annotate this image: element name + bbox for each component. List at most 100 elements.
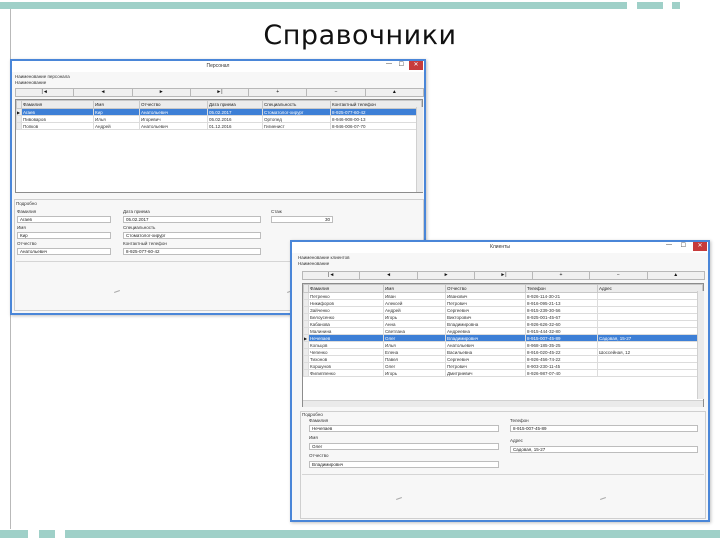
vertical-scrollbar[interactable] bbox=[416, 107, 423, 192]
minimize-button[interactable]: — bbox=[666, 242, 672, 248]
table-cell[interactable]: 8-946-006-07-70 bbox=[330, 122, 422, 130]
nav-next-button[interactable]: ► bbox=[416, 271, 476, 280]
table-cell[interactable] bbox=[597, 299, 703, 307]
table-row[interactable]: Пивоваров Илья Игоревич 05.02.2016 Ортопед 8-… bbox=[16, 115, 422, 123]
table-cell[interactable]: 8-946-908-00-13 bbox=[330, 115, 422, 123]
close-button[interactable]: ✕ bbox=[409, 61, 423, 70]
table-cell[interactable]: Чепенко bbox=[308, 348, 384, 356]
table-cell[interactable]: 8-926-987-07-40 bbox=[525, 369, 598, 377]
column-header[interactable]: Отчество bbox=[139, 100, 208, 109]
table-cell[interactable]: 8-903-230-11-45 bbox=[525, 362, 598, 370]
table-cell[interactable]: Иван bbox=[383, 292, 446, 300]
table-row[interactable]: Филиппенко Игорь Дмитриевич 8-926-987-07-40 bbox=[303, 369, 703, 377]
patronymic-field[interactable]: Анатольевич bbox=[17, 248, 111, 255]
table-cell[interactable] bbox=[597, 362, 703, 370]
specialty-field[interactable]: Стоматолог-хирург bbox=[123, 232, 261, 239]
nav-post-button[interactable]: ▲ bbox=[646, 271, 705, 280]
table-cell[interactable] bbox=[597, 355, 703, 363]
table-cell[interactable]: Петрович bbox=[445, 299, 526, 307]
table-cell[interactable]: 8-926-626-32-60 bbox=[525, 320, 598, 328]
nav-add-button[interactable]: + bbox=[531, 271, 591, 280]
table-cell[interactable]: Стоматолог-хирург bbox=[262, 108, 331, 116]
table-row[interactable]: Белоусенко Игорь Викторович 8-925-001-45-67 bbox=[303, 313, 703, 321]
table-row[interactable]: Коршунов Олег Петрович 8-903-230-11-45 bbox=[303, 362, 703, 370]
table-cell[interactable]: Викторович bbox=[445, 313, 526, 321]
table-cell[interactable] bbox=[597, 327, 703, 335]
maximize-button[interactable]: ☐ bbox=[399, 61, 404, 68]
table-cell[interactable]: Андрей bbox=[383, 306, 446, 314]
table-cell[interactable]: Кир bbox=[93, 108, 140, 116]
staff-grid[interactable]: Фамилия Имя Отчество Дата приема Специал… bbox=[15, 99, 423, 193]
table-cell[interactable]: Дмитриевич bbox=[445, 369, 526, 377]
table-cell[interactable] bbox=[597, 292, 703, 300]
firstname-field[interactable]: Олег bbox=[309, 443, 499, 450]
table-cell[interactable] bbox=[597, 320, 703, 328]
column-header[interactable]: Имя bbox=[383, 284, 446, 293]
column-header[interactable]: Телефон bbox=[525, 284, 598, 293]
table-cell[interactable]: Попков bbox=[21, 122, 94, 130]
column-header[interactable]: Отчество bbox=[445, 284, 526, 293]
table-row[interactable]: Петренко Иван Иванович 8-926-114-30-21 bbox=[303, 292, 703, 300]
table-cell[interactable]: Белоусенко bbox=[308, 313, 384, 321]
table-cell[interactable]: Коршунов bbox=[308, 362, 384, 370]
table-cell[interactable]: 8-915-239-30-56 bbox=[525, 306, 598, 314]
table-cell[interactable]: Алексей bbox=[383, 299, 446, 307]
table-cell[interactable]: Владимировна bbox=[445, 320, 526, 328]
table-cell[interactable]: Шоссейная, 12 bbox=[597, 348, 703, 356]
table-row[interactable]: Никифоров Алексей Петрович 8-916-095-21-13 bbox=[303, 299, 703, 307]
column-header[interactable]: Имя bbox=[93, 100, 140, 109]
table-cell[interactable]: Садовая, 15-27 bbox=[597, 334, 703, 342]
table-cell[interactable] bbox=[597, 341, 703, 349]
table-cell[interactable]: Петренко bbox=[308, 292, 384, 300]
table-cell[interactable] bbox=[597, 306, 703, 314]
table-cell[interactable]: Игорь bbox=[383, 369, 446, 377]
table-cell[interactable]: 8-925-077-60-42 bbox=[330, 108, 422, 116]
table-row[interactable]: ▶ Нечепаев Олег Владимирович 8-915-007-45-89… bbox=[303, 334, 703, 342]
address-field[interactable]: Садовая, 15-27 bbox=[510, 446, 698, 453]
table-cell[interactable]: 8-925-001-45-67 bbox=[525, 313, 598, 321]
table-cell[interactable]: Олег bbox=[383, 362, 446, 370]
table-cell[interactable]: Олег bbox=[383, 334, 446, 342]
table-cell[interactable]: Елена bbox=[383, 348, 446, 356]
table-cell[interactable]: Васильевна bbox=[445, 348, 526, 356]
table-cell[interactable]: Светлана bbox=[383, 327, 446, 335]
nav-prev-button[interactable]: ◄ bbox=[73, 88, 133, 97]
hire-date-field[interactable]: 05.02.2017 bbox=[123, 216, 261, 223]
table-cell[interactable]: 8-926-456-74-22 bbox=[525, 355, 598, 363]
nav-delete-button[interactable]: − bbox=[589, 271, 648, 280]
nav-first-button[interactable]: |◄ bbox=[302, 271, 361, 280]
table-row[interactable]: Зайченко Андрей Сергеевич 8-915-239-30-56 bbox=[303, 306, 703, 314]
table-cell[interactable]: Филиппенко bbox=[308, 369, 384, 377]
table-cell[interactable]: Нечепаев bbox=[308, 334, 384, 342]
table-cell[interactable]: Андреевна bbox=[445, 327, 526, 335]
table-cell[interactable]: Сергеевич bbox=[445, 306, 526, 314]
vertical-scrollbar[interactable] bbox=[697, 291, 704, 399]
lastname-field[interactable]: Агаев bbox=[17, 216, 111, 223]
table-row[interactable]: Малинина Светлана Андреевна 8-915-444-32-80 bbox=[303, 327, 703, 335]
table-cell[interactable] bbox=[597, 369, 703, 377]
table-cell[interactable]: Владимирович bbox=[445, 334, 526, 342]
table-cell[interactable]: Пивоваров bbox=[21, 115, 94, 123]
table-row[interactable]: Кабанова Анна Владимировна 8-926-626-32-60 bbox=[303, 320, 703, 328]
nav-add-button[interactable]: + bbox=[248, 88, 308, 97]
table-cell[interactable]: 05.02.2016 bbox=[207, 115, 263, 123]
table-cell[interactable]: Анатольевич bbox=[139, 108, 208, 116]
table-cell[interactable]: Зайченко bbox=[308, 306, 384, 314]
table-cell[interactable]: 8-915-444-32-80 bbox=[525, 327, 598, 335]
phone-field[interactable]: 8-925-077-60-42 bbox=[123, 248, 261, 255]
column-header[interactable]: Контактный телефон bbox=[330, 100, 422, 109]
table-cell[interactable]: Тихонов bbox=[308, 355, 384, 363]
firstname-field[interactable]: Кир bbox=[17, 232, 111, 239]
lastname-field[interactable]: Нечепаев bbox=[309, 425, 499, 432]
table-cell[interactable]: Малинина bbox=[308, 327, 384, 335]
nav-last-button[interactable]: ►| bbox=[189, 88, 250, 97]
table-cell[interactable]: Андрей bbox=[93, 122, 140, 130]
maximize-button[interactable]: ☐ bbox=[681, 242, 686, 249]
table-cell[interactable] bbox=[597, 313, 703, 321]
table-cell[interactable]: Павел bbox=[383, 355, 446, 363]
table-cell[interactable]: Анатольевич bbox=[445, 341, 526, 349]
table-cell[interactable]: 8-916-020-45-22 bbox=[525, 348, 598, 356]
nav-prev-button[interactable]: ◄ bbox=[359, 271, 418, 280]
table-cell[interactable]: Петрович bbox=[445, 362, 526, 370]
table-cell[interactable]: Анатольевич bbox=[139, 122, 208, 130]
